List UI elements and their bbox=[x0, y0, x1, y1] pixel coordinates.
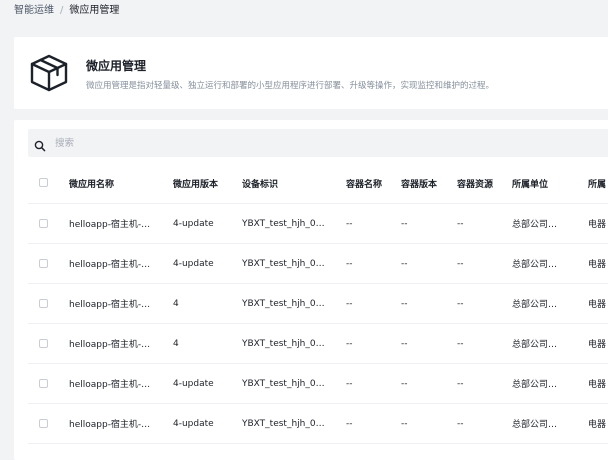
page-header-card: 微应用管理 微应用管理是指对轻量级、独立运行和部署的小型应用程序进行部署、升级等… bbox=[14, 37, 608, 109]
search-icon bbox=[34, 137, 46, 152]
column-header-unit[interactable]: 所属单位 bbox=[512, 163, 588, 204]
cell-app-version: 4 bbox=[173, 323, 242, 364]
cell-unit: 总部公司… bbox=[512, 203, 588, 244]
breadcrumb-separator: / bbox=[60, 5, 64, 16]
cell-device-id: YBXT_test_hjh_0… bbox=[242, 403, 346, 444]
page-title: 微应用管理 bbox=[86, 59, 147, 73]
cell-device-id: YBXT_test_hjh_0… bbox=[242, 323, 346, 364]
table-row[interactable]: helloapp-宿主机-… 4-update YBXT_test_hjh_0…… bbox=[28, 203, 608, 244]
search-bar[interactable] bbox=[28, 129, 608, 157]
cube-icon bbox=[28, 53, 70, 93]
cell-device-id: YBXT_test_hjh_0… bbox=[242, 363, 346, 404]
cell-belong: 电器 bbox=[588, 243, 608, 284]
cell-app-version: 4 bbox=[173, 283, 242, 324]
breadcrumb-item-ops[interactable]: 智能运维 bbox=[14, 5, 54, 16]
cell-container-name: -- bbox=[346, 403, 401, 444]
select-all-checkbox[interactable] bbox=[39, 178, 48, 187]
row-select-cell bbox=[28, 323, 69, 364]
column-header-app-name[interactable]: 微应用名称 bbox=[69, 163, 173, 204]
cell-belong: 电器 bbox=[588, 203, 608, 244]
column-header-app-version[interactable]: 微应用版本 bbox=[173, 163, 242, 204]
row-checkbox[interactable] bbox=[39, 218, 48, 228]
table-row[interactable]: helloapp-宿主机-… 4 YBXT_test_hjh_0… -- -- … bbox=[28, 283, 608, 324]
cell-container-resource: -- bbox=[457, 323, 512, 364]
cell-belong: 电器 bbox=[588, 323, 608, 364]
breadcrumb: 智能运维 / 微应用管理 bbox=[14, 3, 119, 19]
cell-app-version: 4-update bbox=[173, 203, 242, 244]
row-select-cell bbox=[28, 363, 69, 404]
column-header-belong[interactable]: 所属 bbox=[588, 163, 608, 204]
cell-container-version: -- bbox=[401, 323, 457, 364]
cell-app-name: helloapp-宿主机-… bbox=[69, 283, 173, 324]
cell-unit: 总部公司… bbox=[512, 243, 588, 284]
row-select-cell bbox=[28, 203, 69, 244]
cell-device-id: YBXT_test_hjh_0… bbox=[242, 203, 346, 244]
cell-container-name: -- bbox=[346, 243, 401, 284]
cell-unit: 总部公司… bbox=[512, 283, 588, 324]
cell-belong: 电器 bbox=[588, 283, 608, 324]
cell-container-version: -- bbox=[401, 203, 457, 244]
cell-app-version: 4-update bbox=[173, 243, 242, 284]
select-all-cell bbox=[28, 163, 69, 204]
cell-app-name: helloapp-宿主机-… bbox=[69, 403, 173, 444]
table-header-row: 微应用名称 微应用版本 设备标识 容器名称 容器版本 容器资源 所属单位 所属 bbox=[28, 163, 608, 204]
cell-container-name: -- bbox=[346, 283, 401, 324]
cell-device-id: YBXT_test_hjh_0… bbox=[242, 243, 346, 284]
cell-container-name: -- bbox=[346, 363, 401, 404]
cell-container-resource: -- bbox=[457, 363, 512, 404]
row-checkbox[interactable] bbox=[39, 258, 48, 268]
micro-app-list-card: 微应用名称 微应用版本 设备标识 容器名称 容器版本 容器资源 所属单位 所属 … bbox=[14, 120, 608, 460]
cell-app-version: 4-update bbox=[173, 363, 242, 404]
table-row[interactable]: helloapp-宿主机-… 4-update YBXT_test_hjh_0…… bbox=[28, 403, 608, 444]
cell-unit: 总部公司… bbox=[512, 403, 588, 444]
cell-app-name: helloapp-宿主机-… bbox=[69, 203, 173, 244]
cell-container-resource: -- bbox=[457, 203, 512, 244]
cell-container-resource: -- bbox=[457, 283, 512, 324]
cell-container-version: -- bbox=[401, 243, 457, 284]
cell-container-resource: -- bbox=[457, 403, 512, 444]
cell-app-name: helloapp-宿主机-… bbox=[69, 323, 173, 364]
cell-container-version: -- bbox=[401, 283, 457, 324]
cell-belong: 电器 bbox=[588, 363, 608, 404]
micro-app-table: 微应用名称 微应用版本 设备标识 容器名称 容器版本 容器资源 所属单位 所属 … bbox=[28, 163, 608, 444]
cell-app-name: helloapp-宿主机-… bbox=[69, 363, 173, 404]
row-select-cell bbox=[28, 243, 69, 284]
column-header-container-version[interactable]: 容器版本 bbox=[401, 163, 457, 204]
cell-container-name: -- bbox=[346, 203, 401, 244]
row-checkbox[interactable] bbox=[39, 298, 48, 308]
row-checkbox[interactable] bbox=[39, 338, 48, 348]
row-select-cell bbox=[28, 283, 69, 324]
column-header-container-name[interactable]: 容器名称 bbox=[346, 163, 401, 204]
breadcrumb-item-current: 微应用管理 bbox=[69, 5, 120, 16]
cell-container-resource: -- bbox=[457, 243, 512, 284]
column-header-device-id[interactable]: 设备标识 bbox=[242, 163, 346, 204]
cell-app-name: helloapp-宿主机-… bbox=[69, 243, 173, 284]
page-description: 微应用管理是指对轻量级、独立运行和部署的小型应用程序进行部署、升级等操作，实现监… bbox=[86, 81, 495, 91]
cell-unit: 总部公司… bbox=[512, 363, 588, 404]
cell-app-version: 4-update bbox=[173, 403, 242, 444]
search-input[interactable] bbox=[55, 133, 595, 153]
row-checkbox[interactable] bbox=[39, 378, 48, 388]
row-checkbox[interactable] bbox=[39, 418, 48, 428]
row-select-cell bbox=[28, 403, 69, 444]
table-row[interactable]: helloapp-宿主机-… 4-update YBXT_test_hjh_0…… bbox=[28, 363, 608, 404]
cell-container-version: -- bbox=[401, 403, 457, 444]
table-row[interactable]: helloapp-宿主机-… 4-update YBXT_test_hjh_0…… bbox=[28, 243, 608, 284]
table-row[interactable]: helloapp-宿主机-… 4 YBXT_test_hjh_0… -- -- … bbox=[28, 323, 608, 364]
cell-belong: 电器 bbox=[588, 403, 608, 444]
cell-container-version: -- bbox=[401, 363, 457, 404]
cell-device-id: YBXT_test_hjh_0… bbox=[242, 283, 346, 324]
cell-container-name: -- bbox=[346, 323, 401, 364]
cell-unit: 总部公司… bbox=[512, 323, 588, 364]
column-header-container-resource[interactable]: 容器资源 bbox=[457, 163, 512, 204]
